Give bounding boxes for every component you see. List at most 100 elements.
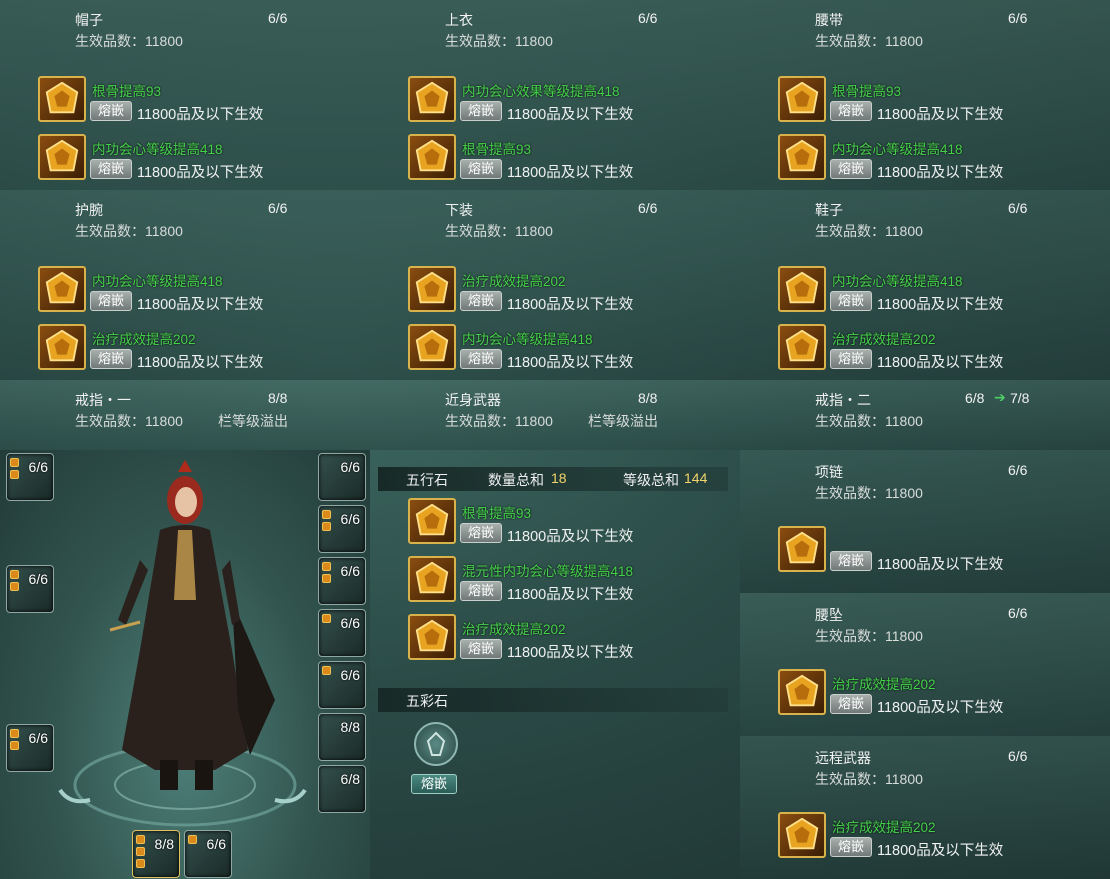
gem-icon[interactable] xyxy=(778,324,826,370)
gem-icon[interactable] xyxy=(778,812,826,858)
slot-count: 6/6 xyxy=(340,615,360,631)
equip-slot[interactable]: 6/6 xyxy=(6,453,54,501)
gem-icon[interactable] xyxy=(408,324,456,370)
qty-label: 数量总和 xyxy=(488,472,544,488)
equip-name: 帽子 xyxy=(75,12,103,28)
equip-slot[interactable]: 6/6 xyxy=(6,724,54,772)
equip-count: 6/6 xyxy=(1008,748,1028,764)
gem-icon[interactable] xyxy=(778,669,826,715)
slot-count: 6/6 xyxy=(206,836,226,852)
gem-effect: 11800品及以下生效 xyxy=(507,645,634,661)
inlay-button[interactable]: 熔嵌 xyxy=(90,349,132,369)
gem-icon[interactable] xyxy=(408,266,456,312)
gem-icon[interactable] xyxy=(38,324,86,370)
inlay-button[interactable]: 熔嵌 xyxy=(830,837,872,857)
equip-count: 6/6 xyxy=(1008,605,1028,621)
equip-slot[interactable]: 8/8 xyxy=(318,713,366,761)
inlay-button[interactable]: 熔嵌 xyxy=(830,694,872,714)
gem-slot-icon xyxy=(10,741,19,750)
inlay-button[interactable]: 熔嵌 xyxy=(830,291,872,311)
inlay-button[interactable]: 熔嵌 xyxy=(830,551,872,571)
equip-count: 6/6 xyxy=(268,10,288,26)
equip-slot[interactable]: 6/6 xyxy=(318,609,366,657)
inlay-button[interactable]: 熔嵌 xyxy=(460,159,502,179)
inlay-button[interactable]: 熔嵌 xyxy=(460,101,502,121)
wuxing-list: 根骨提高93 熔嵌 11800品及以下生效 混元性内功会心等级提高418 熔嵌 … xyxy=(370,491,740,671)
equip-name: 下装 xyxy=(445,202,473,218)
inlay-button[interactable]: 熔嵌 xyxy=(460,639,502,659)
qty-value: 18 xyxy=(551,470,567,486)
gem-name: 根骨提高93 xyxy=(832,84,902,99)
gem-slot-icon xyxy=(10,729,19,738)
inlay-button[interactable]: 熔嵌 xyxy=(90,101,132,121)
inlay-button[interactable]: 熔嵌 xyxy=(460,291,502,311)
gem-slot-icon xyxy=(10,458,19,467)
gem-slot-icon xyxy=(188,835,197,844)
gem-icon[interactable] xyxy=(38,134,86,180)
equip-slot[interactable]: 8/8 xyxy=(132,830,180,878)
equip-grade: 生效品数：11800 xyxy=(815,413,923,429)
gem-icon[interactable] xyxy=(408,556,456,602)
wucai-slot[interactable] xyxy=(414,722,458,766)
inlay-button[interactable]: 熔嵌 xyxy=(90,159,132,179)
inlay-button[interactable]: 熔嵌 xyxy=(830,101,872,121)
gem-icon[interactable] xyxy=(778,266,826,312)
equip-panel-melee-weapon: 近身武器 8/8 生效品数：11800 栏等级溢出 xyxy=(370,380,740,450)
gem-effect: 11800品及以下生效 xyxy=(507,355,634,371)
gem-slot-icon xyxy=(322,614,331,623)
equip-grade: 生效品数：11800 xyxy=(815,485,923,501)
equip-panel-shoes: 鞋子 6/6 生效品数：11800 内功会心等级提高418 熔嵌 11800品及… xyxy=(740,190,1110,380)
level-value: 144 xyxy=(684,470,708,486)
gem-effect: 11800品及以下生效 xyxy=(507,165,634,181)
gem-icon[interactable] xyxy=(408,76,456,122)
wucai-inlay-button[interactable]: 熔嵌 xyxy=(411,774,457,794)
inlay-button[interactable]: 熔嵌 xyxy=(460,581,502,601)
equip-name: 近身武器 xyxy=(445,392,501,408)
inlay-button[interactable]: 熔嵌 xyxy=(830,159,872,179)
level-label: 等级总和 xyxy=(623,472,679,488)
inlay-button[interactable]: 熔嵌 xyxy=(460,349,502,369)
gem-icon[interactable] xyxy=(778,76,826,122)
gem-icon[interactable] xyxy=(38,266,86,312)
equip-slot[interactable]: 6/6 xyxy=(184,830,232,878)
equip-panel-pants: 下装 6/6 生效品数：11800 治疗成效提高202 熔嵌 11800品及以下… xyxy=(370,190,740,380)
wuxing-header: 五行石 数量总和 18 等级总和 144 xyxy=(378,467,728,491)
inlay-button[interactable]: 熔嵌 xyxy=(460,523,502,543)
overflow-note: 栏等级溢出 xyxy=(588,413,658,429)
equip-name: 鞋子 xyxy=(815,202,843,218)
equip-name: 腰坠 xyxy=(815,607,843,623)
gem-icon[interactable] xyxy=(38,76,86,122)
gem-effect: 11800品及以下生效 xyxy=(137,165,264,181)
gem-name: 治疗成效提高202 xyxy=(832,677,936,692)
gem-icon[interactable] xyxy=(778,526,826,572)
inlay-button[interactable]: 熔嵌 xyxy=(830,349,872,369)
character-model xyxy=(58,460,307,827)
wucai-header: 五彩石 xyxy=(378,688,728,712)
wucai-title: 五彩石 xyxy=(406,693,448,709)
gem-name: 内功会心效果等级提高418 xyxy=(462,84,620,99)
equip-panel-ranged-weapon: 远程武器 6/6 生效品数：11800 治疗成效提高202 熔嵌 11800品及… xyxy=(740,736,1110,879)
character-viewport[interactable]: 6/6 6/6 6/6 6/6 6/6 6/6 6/6 6/6 8/8 6/8 xyxy=(0,450,370,879)
gem-slot-icon xyxy=(10,570,19,579)
equip-slot[interactable]: 6/6 xyxy=(318,505,366,553)
inlay-button[interactable]: 熔嵌 xyxy=(90,291,132,311)
equip-grade: 生效品数：11800 xyxy=(75,33,183,49)
equip-count: 8/8 xyxy=(638,390,658,406)
equip-slot[interactable]: 6/6 xyxy=(318,453,366,501)
equip-slot[interactable]: 6/6 xyxy=(318,661,366,709)
gem-icon[interactable] xyxy=(778,134,826,180)
gem-name: 根骨提高93 xyxy=(462,506,532,521)
gem-icon[interactable] xyxy=(408,134,456,180)
equip-count: 6/6 xyxy=(1008,462,1028,478)
gem-effect: 11800品及以下生效 xyxy=(137,297,264,313)
gem-effect: 11800品及以下生效 xyxy=(137,107,264,123)
equip-count: 8/8 xyxy=(268,390,288,406)
gem-icon[interactable] xyxy=(408,614,456,660)
equip-slot[interactable]: 6/8 xyxy=(318,765,366,813)
gem-icon[interactable] xyxy=(408,498,456,544)
equip-grade: 生效品数：11800 xyxy=(445,413,553,429)
equip-name: 护腕 xyxy=(75,202,103,218)
gem-name: 内功会心等级提高418 xyxy=(832,142,963,157)
equip-slot[interactable]: 6/6 xyxy=(6,565,54,613)
equip-slot[interactable]: 6/6 xyxy=(318,557,366,605)
